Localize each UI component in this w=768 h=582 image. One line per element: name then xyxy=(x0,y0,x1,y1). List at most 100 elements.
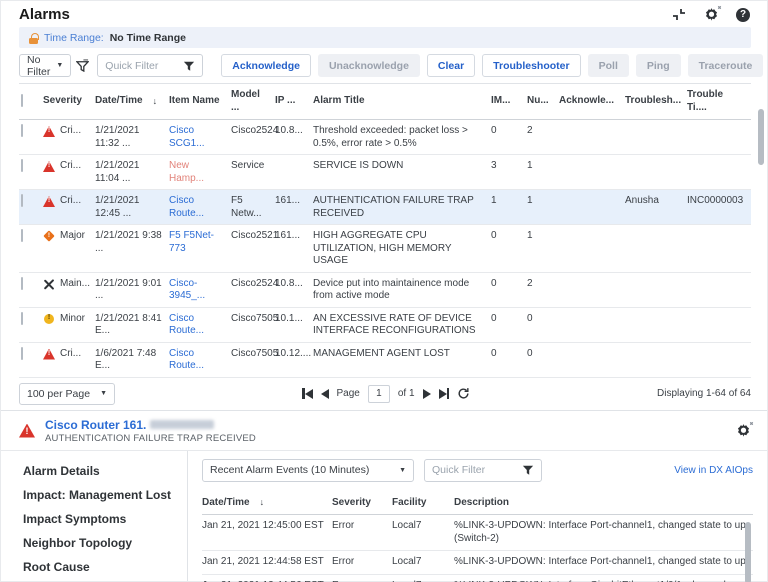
nav-item-root-cause[interactable]: Root Cause xyxy=(1,555,187,579)
number-count: 1 xyxy=(527,195,559,208)
ip-address: 161... xyxy=(275,195,313,208)
lock-icon xyxy=(29,33,38,44)
prev-page-icon[interactable] xyxy=(321,388,329,400)
log-col-severity[interactable]: Severity xyxy=(332,497,392,510)
row-checkbox[interactable] xyxy=(21,194,23,207)
sort-desc-icon[interactable]: ↓ xyxy=(153,96,158,107)
col-severity[interactable]: Severity xyxy=(43,95,95,108)
item-name-link[interactable]: Cisco-3945_... xyxy=(169,278,231,303)
gear-sparkle-icon[interactable] xyxy=(703,7,719,23)
alarm-row[interactable]: Major1/21/2021 9:38 ...F5 F5Net-773Cisco… xyxy=(19,225,751,273)
nav-item-impact-management-lost[interactable]: Impact: Management Lost xyxy=(1,483,187,507)
toolbar-button-troubleshooter[interactable]: Troubleshooter xyxy=(482,54,580,77)
event-range-select[interactable]: Recent Alarm Events (10 Minutes) ▼ xyxy=(202,459,414,482)
col-trouble-ticket[interactable]: Trouble Ti.... xyxy=(687,89,751,114)
last-page-icon[interactable] xyxy=(439,388,450,400)
filter-select[interactable]: No Filter ▼ xyxy=(19,54,71,77)
severity-label: Cri... xyxy=(60,195,81,208)
select-all-checkbox[interactable] xyxy=(21,94,23,107)
model-class: Service xyxy=(231,160,275,173)
col-model[interactable]: Model ... xyxy=(231,89,275,114)
alarm-row[interactable]: Minor1/21/2021 8:41 E...Cisco Route...Ci… xyxy=(19,308,751,343)
next-page-icon[interactable] xyxy=(423,388,431,400)
col-datetime[interactable]: Date/Time ↓ xyxy=(95,95,169,108)
page-label: Page xyxy=(337,388,360,399)
ip-address: 161... xyxy=(275,230,313,243)
severity-label: Cri... xyxy=(60,160,81,173)
filter-edit-icon[interactable] xyxy=(76,59,89,72)
item-name-link[interactable]: Cisco Route... xyxy=(169,313,231,338)
per-page-select[interactable]: 100 per Page ▼ xyxy=(19,383,115,405)
alarm-datetime: 1/21/2021 9:01 ... xyxy=(95,278,169,303)
alarms-table: Severity Date/Time ↓ Item Name Model ...… xyxy=(19,83,751,378)
log-col-description[interactable]: Description xyxy=(454,497,753,510)
device-link[interactable]: Cisco Router 161. xyxy=(45,418,146,432)
item-name-link[interactable]: F5 F5Net-773 xyxy=(169,230,231,255)
alarm-row[interactable]: Cri...1/21/2021 11:32 ...Cisco SCG1...Ci… xyxy=(19,120,751,155)
col-item-name[interactable]: Item Name xyxy=(169,95,231,108)
row-checkbox[interactable] xyxy=(21,159,23,172)
row-checkbox[interactable] xyxy=(21,347,23,360)
toolbar-button-traceroute[interactable]: Traceroute xyxy=(688,54,764,77)
critical-severity-icon xyxy=(19,424,35,438)
item-name-link[interactable]: Cisco Route... xyxy=(169,195,231,220)
severity-critical-icon xyxy=(43,196,55,207)
page-number-input[interactable] xyxy=(368,385,390,403)
collapse-window-icon[interactable] xyxy=(671,7,687,23)
chevron-down-icon: ▼ xyxy=(399,467,406,474)
quick-filter-input[interactable] xyxy=(105,60,183,72)
help-icon[interactable]: ? xyxy=(735,7,751,23)
alarm-datetime: 1/21/2021 11:04 ... xyxy=(95,160,169,185)
nav-item-interfaces[interactable]: Interfaces xyxy=(1,579,187,582)
alarm-row[interactable]: Cri...1/21/2021 12:45 ...Cisco Route...F… xyxy=(19,190,751,225)
nav-item-neighbor-topology[interactable]: Neighbor Topology xyxy=(1,531,187,555)
toolbar-button-poll[interactable]: Poll xyxy=(588,54,629,77)
alarms-table-scrollbar[interactable] xyxy=(758,109,764,165)
first-page-icon[interactable] xyxy=(302,388,313,400)
alarm-row[interactable]: Main...1/21/2021 9:01 ...Cisco-3945_...C… xyxy=(19,273,751,308)
severity-label: Cri... xyxy=(60,348,81,361)
row-checkbox[interactable] xyxy=(21,277,23,290)
col-ip[interactable]: IP ... xyxy=(275,95,313,108)
row-checkbox[interactable] xyxy=(21,312,23,325)
log-quick-filter-input[interactable] xyxy=(432,464,510,476)
view-in-dx-aiops-link[interactable]: View in DX AIOps xyxy=(674,465,753,476)
number-count: 1 xyxy=(527,160,559,173)
sort-desc-icon[interactable]: ↓ xyxy=(260,497,265,508)
alarm-row[interactable]: Cri... 1/21/2021 11:04 ...New Hamp...Serv… xyxy=(19,155,751,190)
toolbar-button-acknowledge[interactable]: Acknowledge xyxy=(221,54,311,77)
alarm-title: Device put into maintainence mode from a… xyxy=(313,278,491,303)
time-range-bar[interactable]: Time Range: No Time Range xyxy=(19,27,751,48)
displaying-count: Displaying 1-64 of 64 xyxy=(657,388,751,399)
severity-critical-icon xyxy=(43,161,55,172)
col-acknowledged[interactable]: Acknowle... xyxy=(559,95,625,108)
nav-item-impact-symptoms[interactable]: Impact Symptoms xyxy=(1,507,187,531)
nav-item-alarm-details[interactable]: Alarm Details xyxy=(1,459,187,483)
toolbar-button-unacknowledge[interactable]: Unacknowledge xyxy=(318,54,420,77)
log-event-row[interactable]: Jan 21, 2021 12:44:56 ESTErrorLocal7%LIN… xyxy=(202,575,753,582)
refresh-icon[interactable] xyxy=(457,387,470,400)
item-name-link[interactable]: Cisco Route... xyxy=(169,348,231,373)
toolbar-button-ping[interactable]: Ping xyxy=(636,54,681,77)
col-alarm-title[interactable]: Alarm Title xyxy=(313,95,491,108)
alarm-datetime: 1/21/2021 9:38 ... xyxy=(95,230,169,255)
alarm-title: MANAGEMENT AGENT LOST xyxy=(313,348,491,361)
log-events-table: Date/Time ↓ Severity Facility Descriptio… xyxy=(202,492,753,582)
col-im[interactable]: IM... xyxy=(491,95,527,108)
log-event-row[interactable]: Jan 21, 2021 12:45:00 ESTErrorLocal7%LIN… xyxy=(202,515,753,551)
col-nu[interactable]: Nu... xyxy=(527,95,559,108)
col-troubleshooter[interactable]: Troublesh... xyxy=(625,95,687,108)
log-table-scrollbar[interactable] xyxy=(745,522,751,582)
alarms-page: Alarms ? Time Range: No Time Range No Fi… xyxy=(0,0,768,582)
row-checkbox[interactable] xyxy=(21,229,23,242)
time-range-label: Time Range: xyxy=(44,32,104,44)
log-col-datetime[interactable]: Date/Time ↓ xyxy=(202,497,332,510)
toolbar-button-clear[interactable]: Clear xyxy=(427,54,475,77)
alarm-row[interactable]: Cri...1/6/2021 7:48 E...Cisco Route...Ci… xyxy=(19,343,751,378)
item-name-link[interactable]: New Hamp... xyxy=(169,160,231,185)
log-col-facility[interactable]: Facility xyxy=(392,497,454,510)
detail-gear-sparkle-icon[interactable] xyxy=(735,423,751,439)
row-checkbox[interactable] xyxy=(21,124,23,137)
log-event-row[interactable]: Jan 21, 2021 12:44:58 ESTErrorLocal7%LIN… xyxy=(202,551,753,575)
item-name-link[interactable]: Cisco SCG1... xyxy=(169,125,231,150)
